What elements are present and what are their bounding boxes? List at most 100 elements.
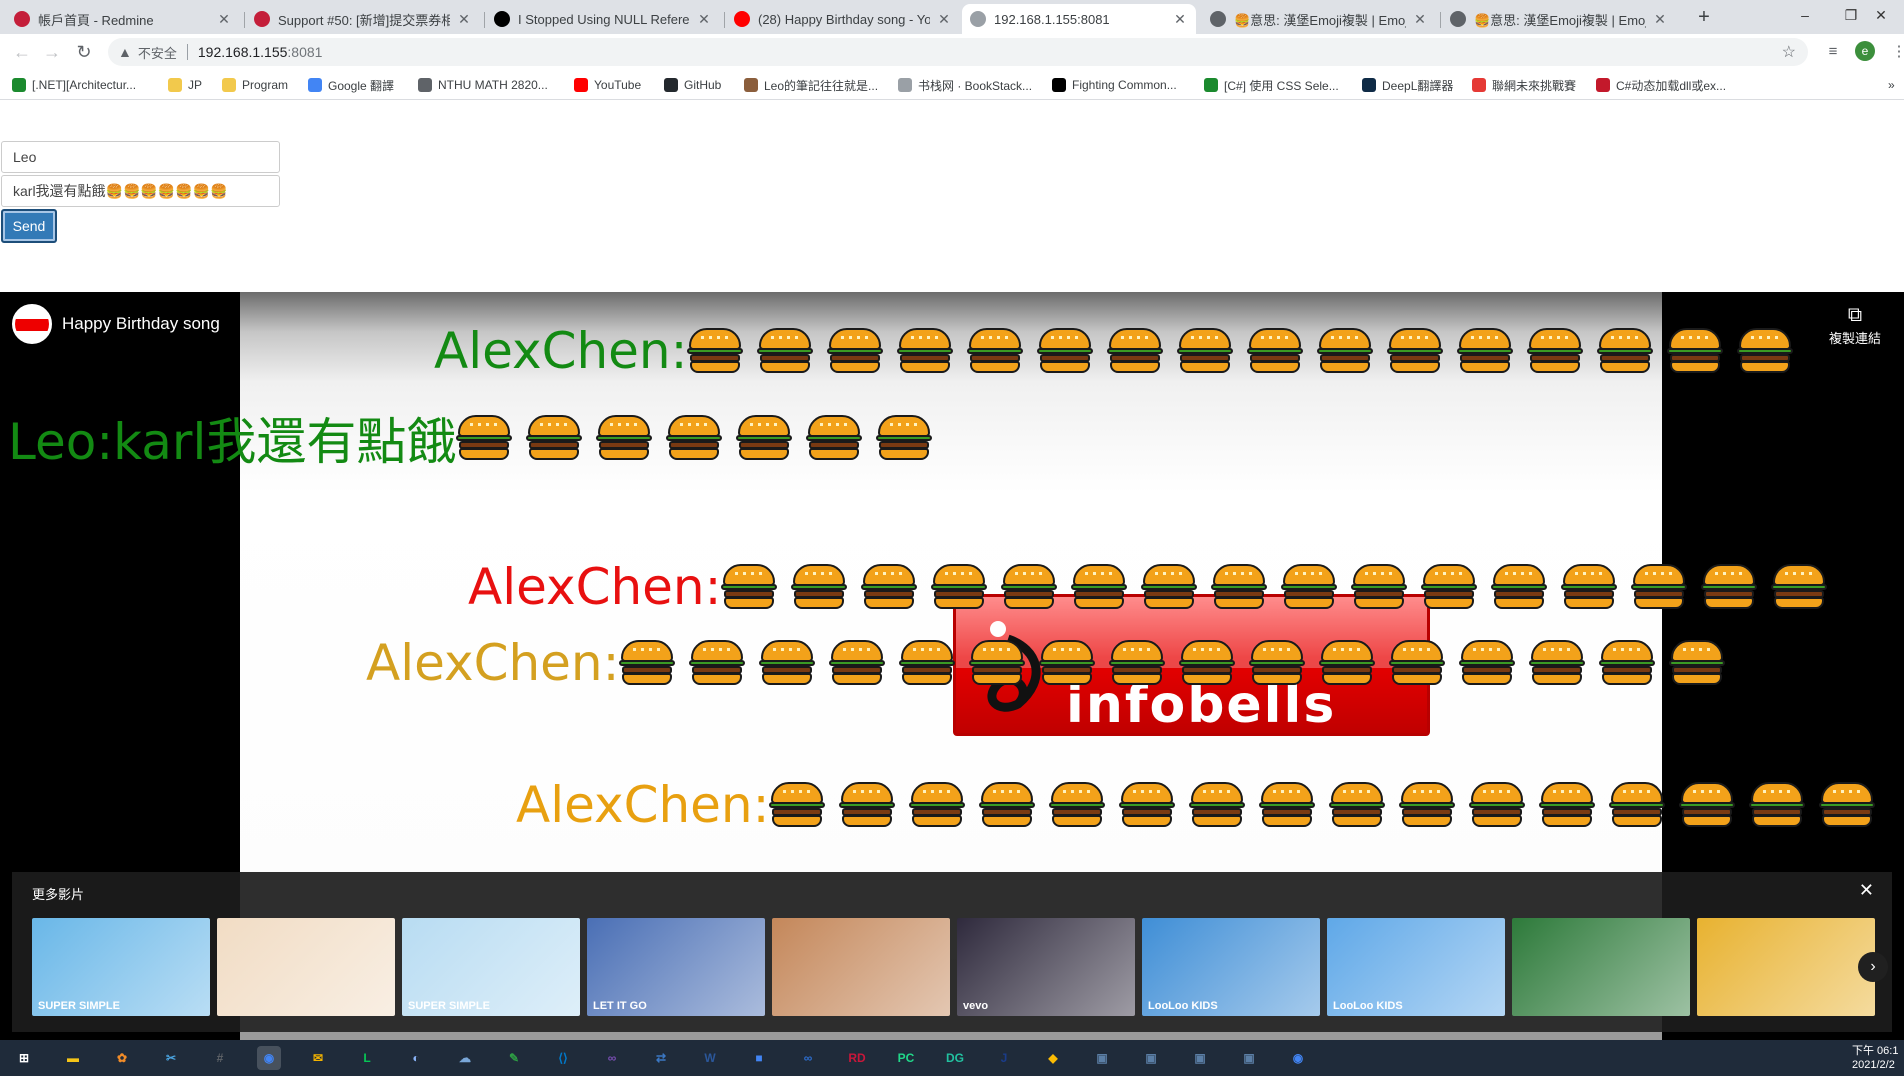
rider-icon[interactable]: RD [845, 1046, 869, 1070]
vscode-icon[interactable]: ⟨⟩ [551, 1046, 575, 1070]
back-icon[interactable]: ← [10, 40, 34, 64]
burger-emoji-icon [1281, 564, 1338, 610]
system-clock[interactable]: 下午 06:1 2021/2/2 [1852, 1044, 1904, 1072]
bookmark-item[interactable]: 聯網未來挑戰賽 [1472, 76, 1576, 94]
window-icon[interactable]: ▣ [1090, 1046, 1114, 1070]
chat-form: Leo karl我還有點餓🍔🍔🍔🍔🍔🍔🍔 Send [0, 101, 1904, 291]
video-thumbnail[interactable]: vevo [957, 918, 1135, 1016]
bookmark-star-icon[interactable]: ☆ [1782, 42, 1796, 62]
reload-icon[interactable]: ↻ [72, 40, 96, 64]
bookmark-item[interactable]: 书栈网 · BookStack... [898, 76, 1032, 94]
tab-4[interactable]: 192.168.1.155:8081 ✕ [962, 4, 1196, 34]
tab-5[interactable]: 🍔意思: 漢堡Emoji複製 | Emoji表 ✕ [1202, 4, 1436, 34]
burger-emoji-icon [456, 415, 513, 461]
book-icon [898, 78, 912, 92]
chevron-right-icon[interactable]: › [1858, 952, 1888, 982]
line-icon[interactable]: L [355, 1046, 379, 1070]
new-tab-button[interactable]: + [1692, 6, 1716, 30]
menu-icon[interactable]: ⋮ [1888, 41, 1904, 63]
pycharm-icon[interactable]: PC [894, 1046, 918, 1070]
window-icon[interactable]: ▣ [1139, 1046, 1163, 1070]
window-icon[interactable]: ▣ [1237, 1046, 1261, 1070]
infinity-icon[interactable]: ∞ [796, 1046, 820, 1070]
close-window-button[interactable]: ✕ [1858, 0, 1904, 30]
tab-close-icon[interactable]: ✕ [1172, 11, 1188, 28]
network-icon[interactable]: ⇄ [649, 1046, 673, 1070]
video-title[interactable]: Happy Birthday song [62, 314, 220, 334]
mail-icon[interactable]: ✉ [306, 1046, 330, 1070]
burger-emoji-icon [1317, 328, 1374, 374]
chrome-icon[interactable]: ◉ [1286, 1046, 1310, 1070]
bookmark-item[interactable]: DeepL翻譯器 [1362, 76, 1453, 94]
video-player[interactable]: infobells Happy Birthday song ⧉ 複製連結 更多影… [0, 292, 1904, 1040]
bookmark-item[interactable]: Leo的筆記往往就是... [744, 76, 878, 94]
video-thumbnail[interactable] [1512, 918, 1690, 1016]
paint-icon[interactable]: ✿ [110, 1046, 134, 1070]
burger-emoji-icon [1561, 564, 1618, 610]
bookmark-item[interactable]: [.NET][Architectur... [12, 76, 136, 94]
windows-taskbar: ⊞ ▬ ✿ ✂ # ◉ ✉ L ◐ ☁ ✎ ⟨⟩ ∞ ⇄ W ■ ∞ RD PC DG J ◆ ▣ ▣ ▣ ▣ ◉ 下午 06:1 … [0, 1040, 1904, 1076]
bookmarks-overflow-button[interactable]: » [1888, 76, 1895, 94]
app-icon[interactable]: ■ [747, 1046, 771, 1070]
video-thumbnail[interactable] [217, 918, 395, 1016]
video-thumbnail[interactable]: SUPER SIMPLE [402, 918, 580, 1016]
snip-icon[interactable]: ✂ [159, 1046, 183, 1070]
notepad-icon[interactable]: ✎ [502, 1046, 526, 1070]
tab-close-icon[interactable]: ✕ [216, 11, 232, 28]
message-input[interactable]: karl我還有點餓🍔🍔🍔🍔🍔🍔🍔 [1, 175, 280, 207]
video-thumbnail[interactable]: SUPER SIMPLE [32, 918, 210, 1016]
google-translate-icon [308, 78, 322, 92]
windows-icon[interactable]: ⊞ [12, 1046, 36, 1070]
bookmark-item[interactable]: JP [168, 76, 202, 94]
copy-link-button[interactable]: ⧉ 複製連結 [1820, 302, 1890, 348]
cloud-icon[interactable]: ☁ [453, 1046, 477, 1070]
bookmark-label: C#动态加载dll或ex... [1616, 78, 1727, 93]
bookmark-item[interactable]: C#动态加载dll或ex... [1596, 76, 1726, 94]
channel-avatar[interactable] [12, 304, 52, 344]
paint3d-icon[interactable]: ◐ [404, 1046, 428, 1070]
bookmark-item[interactable]: Fighting Common... [1052, 76, 1177, 94]
tab-2[interactable]: I Stopped Using NULL Reference ✕ [486, 4, 720, 34]
tab-close-icon[interactable]: ✕ [936, 11, 952, 28]
bookmark-label: 书栈网 · BookStack... [918, 78, 1033, 93]
video-progress-bar[interactable] [240, 1032, 1662, 1040]
profile-avatar[interactable]: e [1855, 41, 1875, 61]
forward-icon[interactable]: → [40, 40, 64, 64]
bookmark-item[interactable]: NTHU MATH 2820... [418, 76, 548, 94]
address-bar[interactable]: ▲ 不安全 192.168.1.155:8081 ☆ [108, 38, 1808, 66]
word-icon[interactable]: W [698, 1046, 722, 1070]
video-thumbnail[interactable] [1697, 918, 1875, 1016]
bookmark-item[interactable]: [C#] 使用 CSS Sele... [1204, 76, 1339, 94]
media-control-icon[interactable]: ≡ [1822, 41, 1844, 63]
bookmark-item[interactable]: YouTube [574, 76, 641, 94]
datagrip-icon[interactable]: DG [943, 1046, 967, 1070]
keep-icon[interactable]: ◆ [1041, 1046, 1065, 1070]
tab-close-icon[interactable]: ✕ [1652, 11, 1668, 28]
bookmark-item[interactable]: Program [222, 76, 288, 94]
burger-emoji-icon [1469, 782, 1526, 828]
visualstudio-icon[interactable]: ∞ [600, 1046, 624, 1070]
video-thumbnail[interactable] [772, 918, 950, 1016]
video-thumbnail[interactable]: LET IT GO [587, 918, 765, 1016]
tab-close-icon[interactable]: ✕ [696, 11, 712, 28]
tab-6[interactable]: 🍔意思: 漢堡Emoji複製 | Emoji表 ✕ [1442, 4, 1676, 34]
tab-1[interactable]: Support #50: [新增]提交票券相關 ✕ [246, 4, 480, 34]
tab-close-icon[interactable]: ✕ [1412, 11, 1428, 28]
calculator-icon[interactable]: # [208, 1046, 232, 1070]
close-icon[interactable]: ✕ [1859, 880, 1874, 901]
bookmark-item[interactable]: Google 翻譯 [308, 76, 394, 94]
send-button[interactable]: Send [1, 209, 57, 243]
minimize-button[interactable]: – [1782, 0, 1828, 30]
name-input[interactable]: Leo [1, 141, 280, 173]
explorer-icon[interactable]: ▬ [61, 1046, 85, 1070]
tab-0[interactable]: 帳戶首頁 - Redmine ✕ [6, 4, 240, 34]
tab-close-icon[interactable]: ✕ [456, 11, 472, 28]
jepun-icon[interactable]: J [992, 1046, 1016, 1070]
burger-emoji-icon [759, 640, 816, 686]
window-icon[interactable]: ▣ [1188, 1046, 1212, 1070]
video-thumbnail[interactable]: LooLoo KIDS [1327, 918, 1505, 1016]
bookmark-item[interactable]: GitHub [664, 76, 721, 94]
tab-3[interactable]: (28) Happy Birthday song - You ✕ [726, 4, 960, 34]
video-thumbnail[interactable]: LooLoo KIDS [1142, 918, 1320, 1016]
chrome-icon[interactable]: ◉ [257, 1046, 281, 1070]
